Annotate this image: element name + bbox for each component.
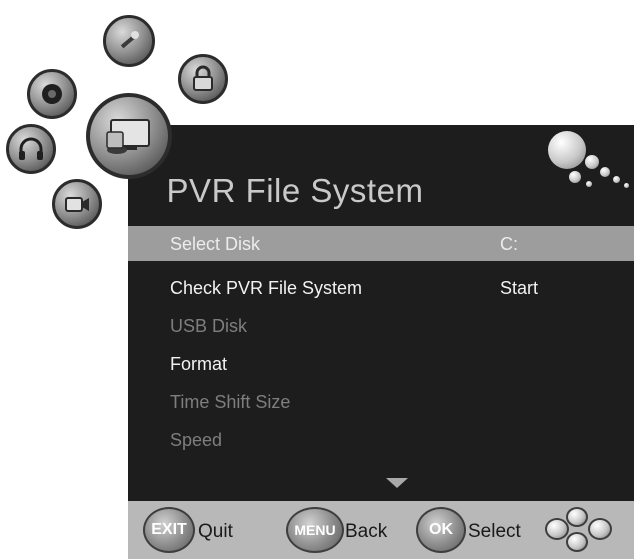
exit-key-icon[interactable]: EXIT <box>143 507 195 553</box>
satellite-dish-icon[interactable] <box>27 69 77 119</box>
menu-item-format[interactable]: Format <box>128 346 634 381</box>
menu-key-label: Back <box>345 521 388 542</box>
menu-item-label: Time Shift Size <box>170 392 291 412</box>
menu-key-icon[interactable]: MENU <box>286 507 344 553</box>
menu-item-label: Speed <box>170 430 223 450</box>
menu-item-select-disk[interactable]: Select Disk C: <box>128 226 634 261</box>
ok-key-label: Select <box>468 521 521 542</box>
menu-item-label: USB Disk <box>170 316 248 336</box>
menu-item-label: Select Disk <box>170 234 261 254</box>
ok-key-icon[interactable]: OK <box>416 507 466 553</box>
exit-key-label: Quit <box>198 521 233 542</box>
menu-item-usb-disk: USB Disk <box>128 308 634 343</box>
menu-item-check-pvr-file-system[interactable]: Check PVR File System Start <box>128 270 634 305</box>
down-arrow-icon[interactable] <box>386 478 408 488</box>
pvr-file-system-icon[interactable] <box>86 93 172 179</box>
menu-item-speed: Speed <box>128 422 634 457</box>
menu-item-value: C: <box>500 234 518 254</box>
video-camera-icon[interactable] <box>52 179 102 229</box>
tools-icon[interactable] <box>103 15 155 67</box>
menu-item-time-shift-size: Time Shift Size <box>128 384 634 419</box>
lock-icon[interactable] <box>178 54 228 104</box>
menu-item-label: Format <box>170 354 228 374</box>
menu-item-label: Check PVR File System <box>170 278 363 298</box>
headphones-icon[interactable] <box>6 124 56 174</box>
menu-item-value: Start <box>500 278 539 298</box>
